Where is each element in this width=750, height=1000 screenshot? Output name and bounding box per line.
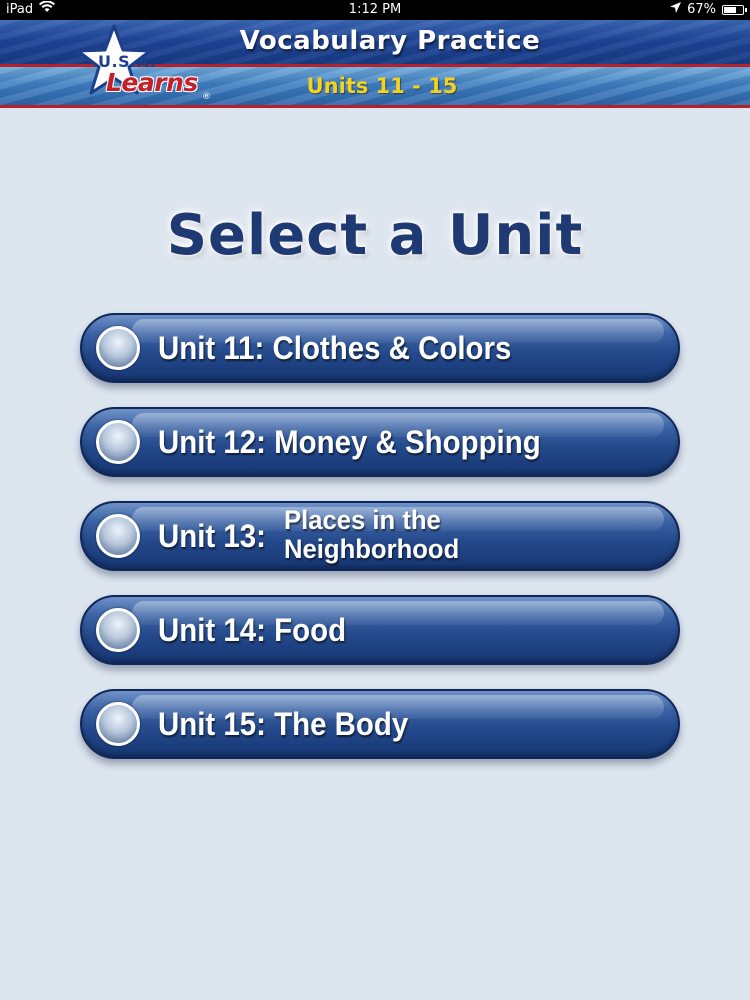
unit-13-title-line1: Places in the [284, 505, 441, 535]
unit-15-label: Unit 15: The Body [158, 706, 409, 742]
unit-13-title: Places in the Neighborhood [284, 506, 459, 564]
status-right: 67% [670, 0, 747, 20]
unit-14-label: Unit 14: Food [158, 612, 347, 648]
battery-icon [722, 5, 747, 15]
location-arrow-icon [670, 0, 682, 20]
unit-12-button[interactable]: Unit 12: Money & Shopping [80, 407, 680, 477]
radio-circle-icon [96, 702, 140, 746]
radio-circle-icon [96, 420, 140, 464]
page-title: Select a Unit [166, 203, 584, 268]
status-time: 1:12 PM [348, 2, 402, 17]
status-bar: iPad 1:12 PM 67% [0, 0, 750, 20]
radio-circle-icon [96, 608, 140, 652]
logo-registered-mark: ® [202, 92, 211, 102]
unit-13-button[interactable]: Unit 13: Places in the Neighborhood [80, 501, 680, 571]
unit-13-title-line2: Neighborhood [284, 534, 460, 564]
unit-13-prefix: Unit 13: [158, 518, 266, 554]
unit-11-button[interactable]: Unit 11: Clothes & Colors [80, 313, 680, 383]
usa-learns-logo: U.S.A. Learns ® [74, 24, 214, 106]
logo-learns-text: Learns [106, 68, 198, 97]
unit-15-button[interactable]: Unit 15: The Body [80, 689, 680, 759]
unit-14-button[interactable]: Unit 14: Food [80, 595, 680, 665]
radio-circle-icon [96, 326, 140, 370]
unit-12-label: Unit 12: Money & Shopping [158, 424, 541, 460]
battery-fill [724, 7, 737, 13]
unit-list: Unit 11: Clothes & Colors Unit 12: Money… [80, 313, 680, 783]
app-header: Vocabulary Practice Units 11 - 15 U.S.A.… [0, 20, 750, 108]
radio-circle-icon [96, 514, 140, 558]
unit-11-label: Unit 11: Clothes & Colors [158, 330, 512, 366]
battery-percent: 67% [687, 2, 716, 17]
